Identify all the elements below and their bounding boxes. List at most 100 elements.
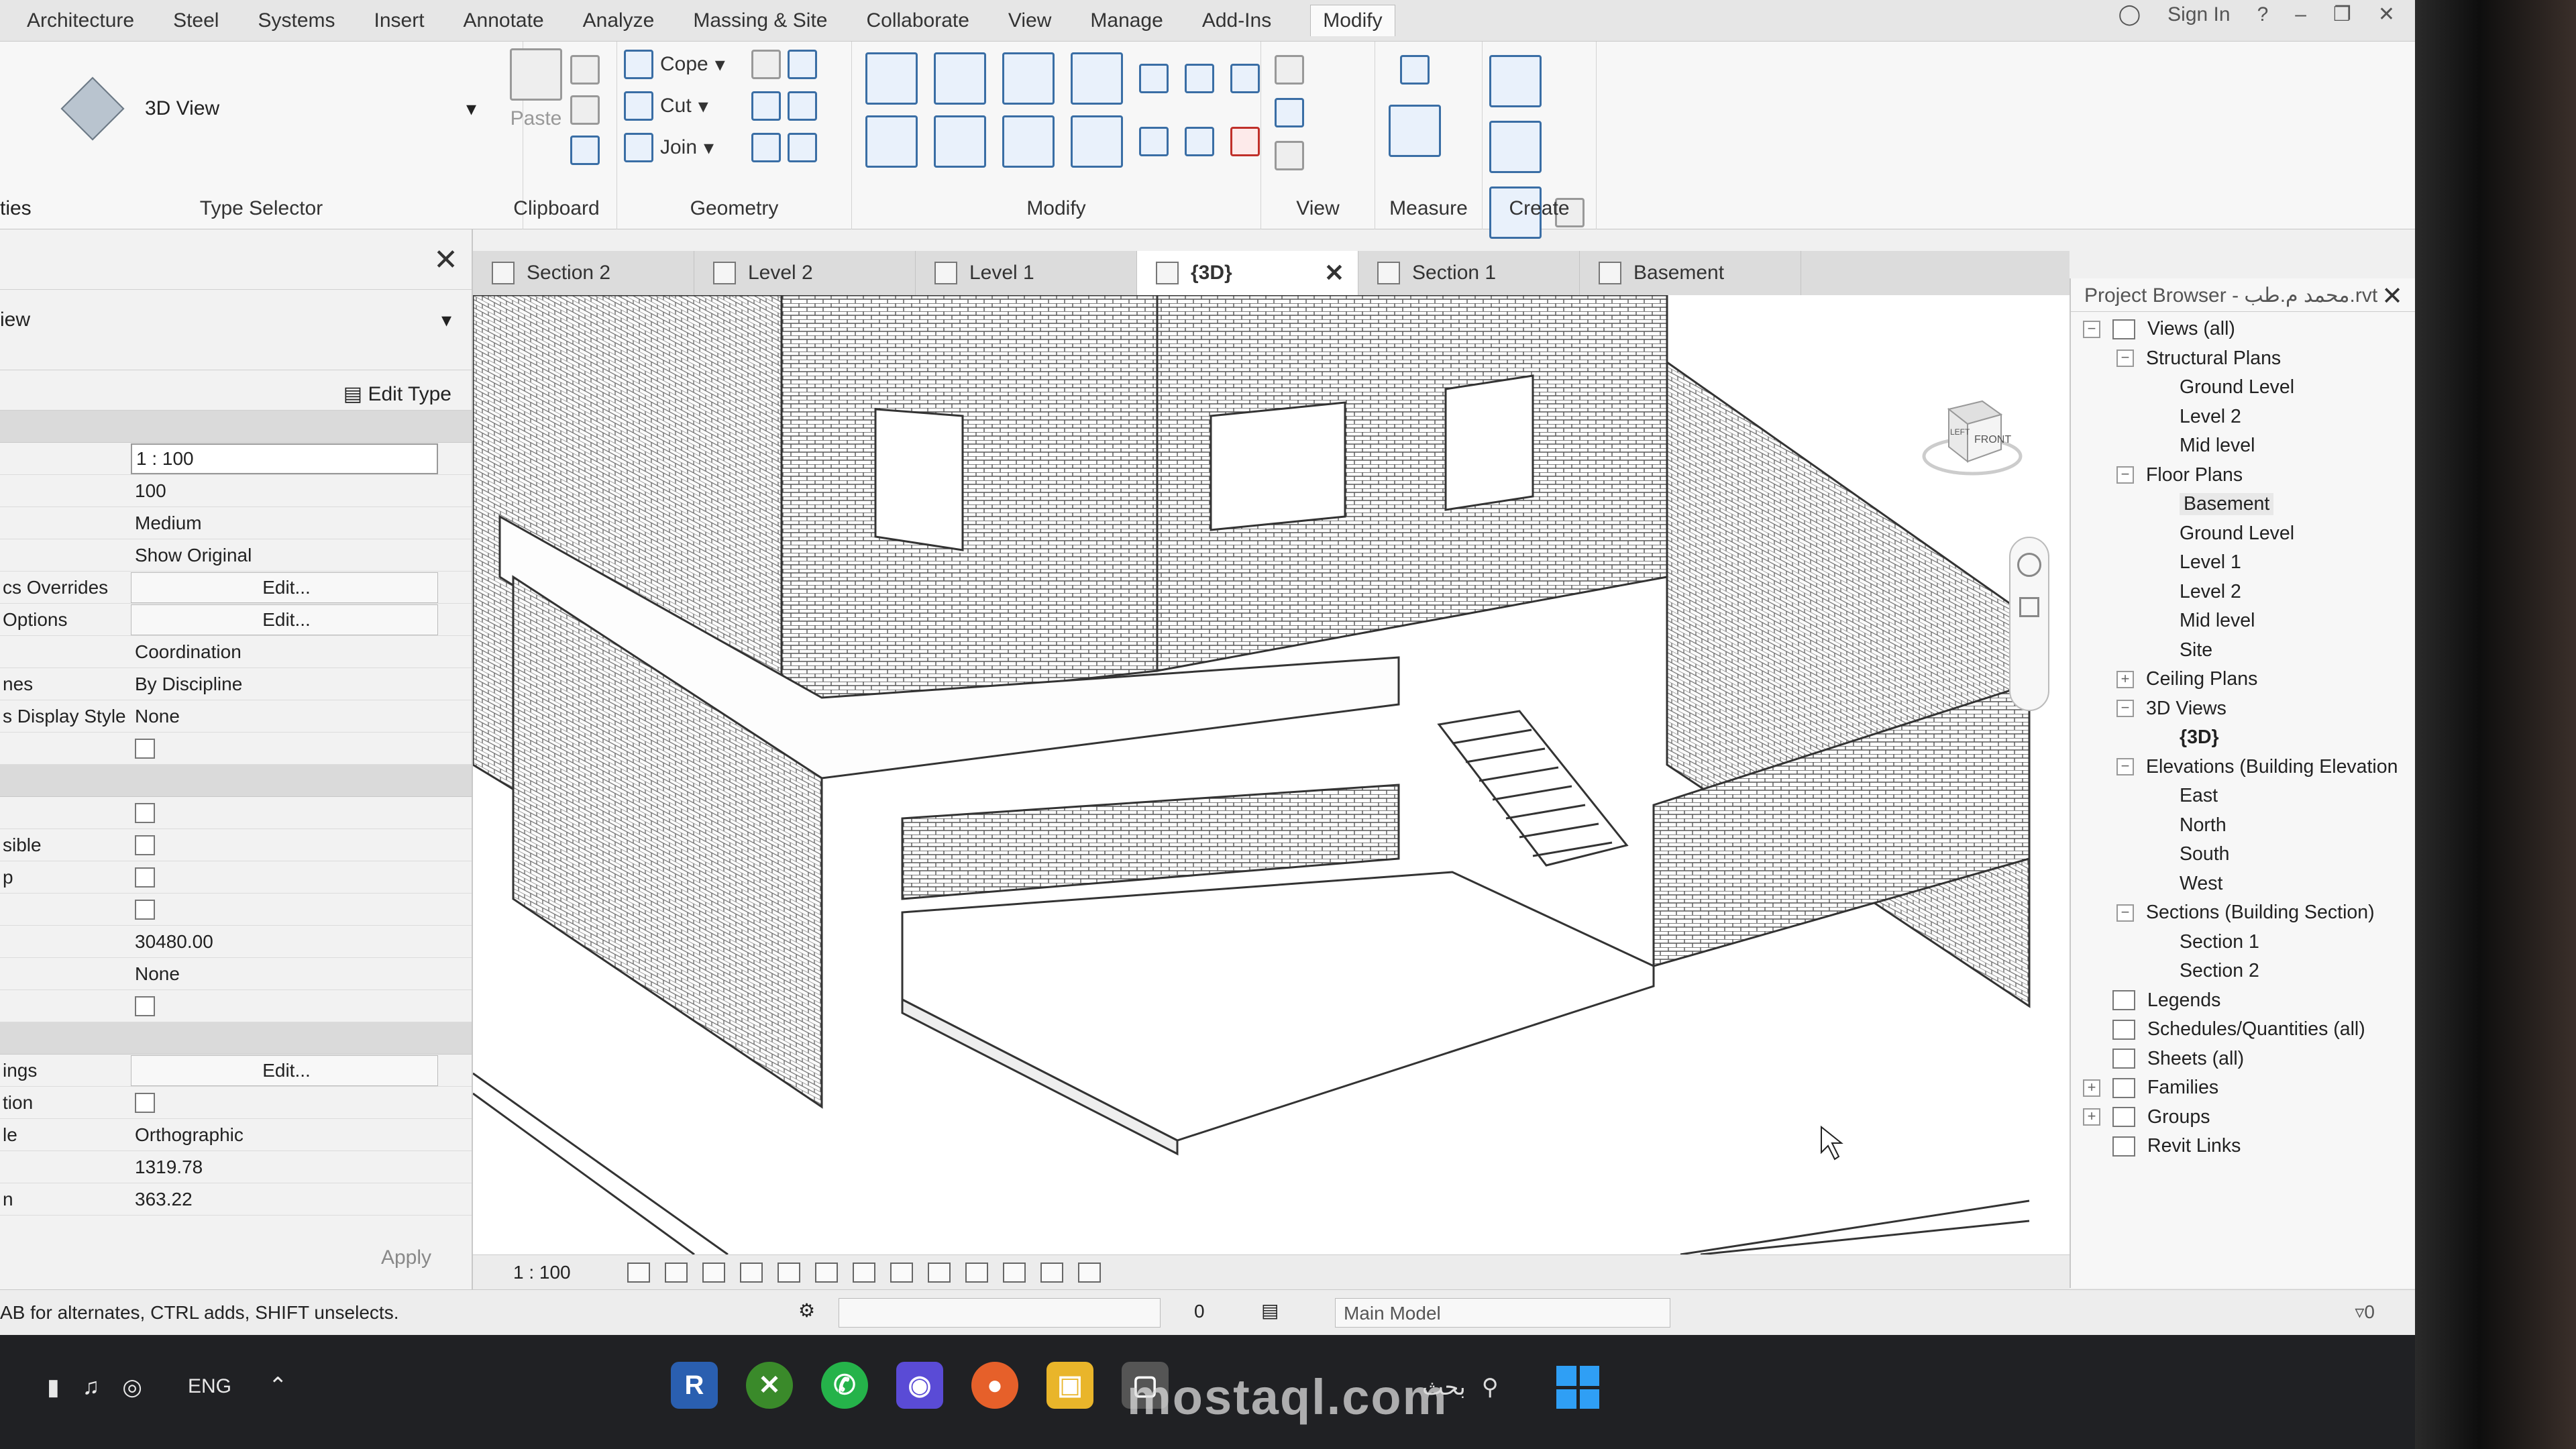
minimize-button[interactable]: – [2295,3,2306,26]
match-properties-icon[interactable] [570,136,600,165]
property-checkbox-cell[interactable] [131,733,438,764]
tree-node[interactable]: Mid level [2071,431,2415,461]
worksharing-display-icon[interactable] [1040,1262,1063,1283]
close-icon[interactable]: ✕ [2381,281,2403,311]
zoom-icon[interactable] [2019,597,2039,617]
ribbon-tab-systems[interactable]: Systems [258,9,335,32]
property-value[interactable]: Medium [131,508,438,539]
tree-node[interactable]: Section 2 [2071,957,2415,986]
lock-view-icon[interactable] [890,1262,913,1283]
chevron-down-icon[interactable]: ▾ [466,97,476,121]
tree-node[interactable]: − Views (all) [2071,315,2415,344]
navigation-bar[interactable] [2009,537,2049,711]
ribbon-tab-view[interactable]: View [1008,9,1051,32]
ribbon-tab-modify[interactable]: Modify [1310,5,1395,36]
tree-node[interactable]: − Elevations (Building Elevation [2071,753,2415,782]
view-tab[interactable]: {3D} ✕ [1137,251,1358,295]
3d-viewport[interactable]: FRONT LEFT [473,295,2070,1254]
paste-button[interactable]: Paste [510,48,562,130]
rendering-icon[interactable] [777,1262,800,1283]
tree-node[interactable]: Revit Links [2071,1132,2415,1161]
property-value[interactable]: Orthographic [131,1120,438,1150]
show-crop-icon[interactable] [852,1262,875,1283]
xbox-app-icon[interactable]: ✕ [746,1362,793,1409]
detail-level-icon[interactable] [627,1262,650,1283]
tree-node[interactable]: Sheets (all) [2071,1044,2415,1074]
tree-node[interactable]: − Structural Plans [2071,344,2415,374]
checkbox[interactable] [135,835,155,855]
tree-node[interactable]: Basement [2071,490,2415,519]
property-edit-button[interactable]: Edit... [131,572,438,603]
view-tab[interactable]: Level 2 [694,251,916,295]
property-value[interactable]: Coordination [131,637,438,667]
view-tab[interactable]: Basement [1580,251,1801,295]
property-value[interactable]: By Discipline [131,669,438,700]
checkbox[interactable] [135,802,155,823]
checkbox[interactable] [135,899,155,920]
view-tools[interactable] [1275,55,1304,170]
ribbon-tab-manage[interactable]: Manage [1090,9,1163,32]
design-option-combo[interactable]: Main Model [1335,1298,1670,1328]
property-value[interactable]: Show Original [131,540,438,571]
wall-joins-icon[interactable] [751,91,817,121]
cope-button[interactable]: Cope ▾ [624,50,725,79]
property-checkbox-cell[interactable] [131,830,438,861]
viewcube[interactable]: FRONT LEFT [1922,382,2023,483]
ribbon-tab-architecture[interactable]: Architecture [27,9,134,32]
split-face-icon[interactable] [751,50,817,79]
network-icon[interactable]: ◎ [122,1374,142,1401]
cut-clip-icon[interactable] [570,55,600,85]
tree-node[interactable]: + Families [2071,1073,2415,1103]
property-value[interactable]: None [131,959,438,989]
tree-node[interactable]: North [2071,811,2415,841]
tree-node[interactable]: Schedules/Quantities (all) [2071,1015,2415,1044]
tree-node[interactable]: Ground Level [2071,373,2415,402]
filter-icon[interactable]: ▿0 [2355,1301,2375,1323]
restore-button[interactable]: ❐ [2333,3,2351,26]
tree-node[interactable]: East [2071,782,2415,811]
chevron-up-icon[interactable]: ⌃ [268,1373,288,1399]
property-value[interactable]: 30480.00 [131,926,438,957]
revit-app-icon[interactable]: R [671,1362,718,1409]
property-edit-button[interactable]: Edit... [131,604,438,635]
tree-node[interactable]: Legends [2071,986,2415,1016]
checkbox[interactable] [135,996,155,1016]
checkbox[interactable] [135,738,155,759]
paint-icon[interactable] [751,133,817,162]
close-tab-icon[interactable]: ✕ [1324,259,1344,287]
ribbon-tab-insert[interactable]: Insert [374,9,425,32]
collapse-icon[interactable]: − [2116,350,2134,368]
tree-node[interactable]: South [2071,840,2415,869]
type-selector[interactable]: 3D View ▾ [60,68,476,149]
copy-clip-icon[interactable] [570,95,600,125]
temporary-view-icon[interactable] [1002,1262,1026,1283]
group-header[interactable] [0,1022,472,1055]
collapse-icon[interactable]: − [2116,758,2134,776]
sun-path-icon[interactable] [702,1262,725,1283]
property-value[interactable]: None [131,701,438,732]
property-value[interactable]: 1 : 100 [131,443,438,474]
ribbon-tab-annotate[interactable]: Annotate [464,9,544,32]
tree-node[interactable]: − Floor Plans [2071,461,2415,490]
group-header[interactable] [0,765,472,797]
tree-node[interactable]: Section 1 [2071,928,2415,957]
ribbon-tab-analyze[interactable]: Analyze [583,9,655,32]
collapse-icon[interactable]: − [2083,320,2100,338]
ribbon-tab-add-ins[interactable]: Add-Ins [1202,9,1271,32]
instance-selector[interactable]: iew ▾ [0,290,472,370]
tree-node[interactable]: − Sections (Building Section) [2071,898,2415,928]
checkbox[interactable] [135,1092,155,1113]
cut-button[interactable]: Cut ▾ [624,91,708,121]
tree-node[interactable]: Level 1 [2071,548,2415,578]
file-explorer-icon[interactable]: ▣ [1046,1362,1093,1409]
language-indicator[interactable]: ENG [188,1375,231,1398]
chevron-down-icon[interactable]: ▾ [441,309,451,332]
modify-tools-row1[interactable] [865,52,1260,105]
property-value[interactable]: 100 [131,476,438,506]
property-checkbox-cell[interactable] [131,798,438,828]
reveal-hidden-icon[interactable] [965,1262,988,1283]
close-icon[interactable]: ✕ [433,243,458,277]
collapse-icon[interactable]: − [2116,904,2134,922]
collapse-icon[interactable]: − [2116,466,2134,484]
checkbox[interactable] [135,867,155,888]
